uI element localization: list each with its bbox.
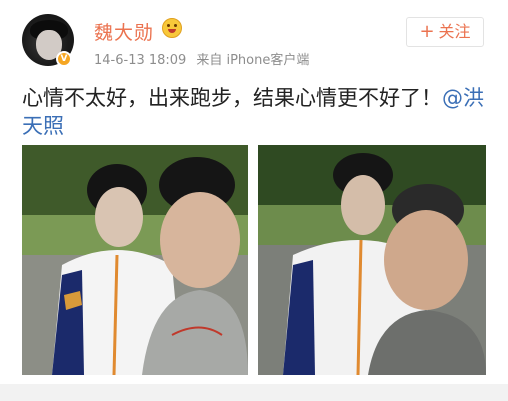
follow-button[interactable]: + 关注 xyxy=(406,17,484,47)
weibo-post-card: V 魏大勋 14-6-13 18:09 来自 iPhone客户端 + 关注 心情不太… xyxy=(0,0,508,401)
photo-1-image xyxy=(22,145,248,375)
emoji-badge-icon[interactable] xyxy=(162,18,182,38)
post-timestamp[interactable]: 14-6-13 18:09 xyxy=(94,53,186,68)
post-source: 来自 iPhone客户端 xyxy=(196,53,310,68)
post-text: 心情不太好，出来跑步，结果心情更不好了！@洪天照 xyxy=(22,84,492,140)
verified-icon: V xyxy=(56,51,72,67)
plus-icon: + xyxy=(419,21,435,42)
post-photo-2[interactable] xyxy=(258,145,486,375)
follow-label: 关注 xyxy=(438,22,471,41)
post-photo-1[interactable] xyxy=(22,145,248,375)
post-meta: 14-6-13 18:09 来自 iPhone客户端 xyxy=(94,49,309,68)
photo-2-image xyxy=(258,145,486,375)
bottom-divider xyxy=(0,384,508,401)
username[interactable]: 魏大勋 xyxy=(94,18,154,45)
post-body: 心情不太好，出来跑步，结果心情更不好了！ xyxy=(22,86,442,110)
